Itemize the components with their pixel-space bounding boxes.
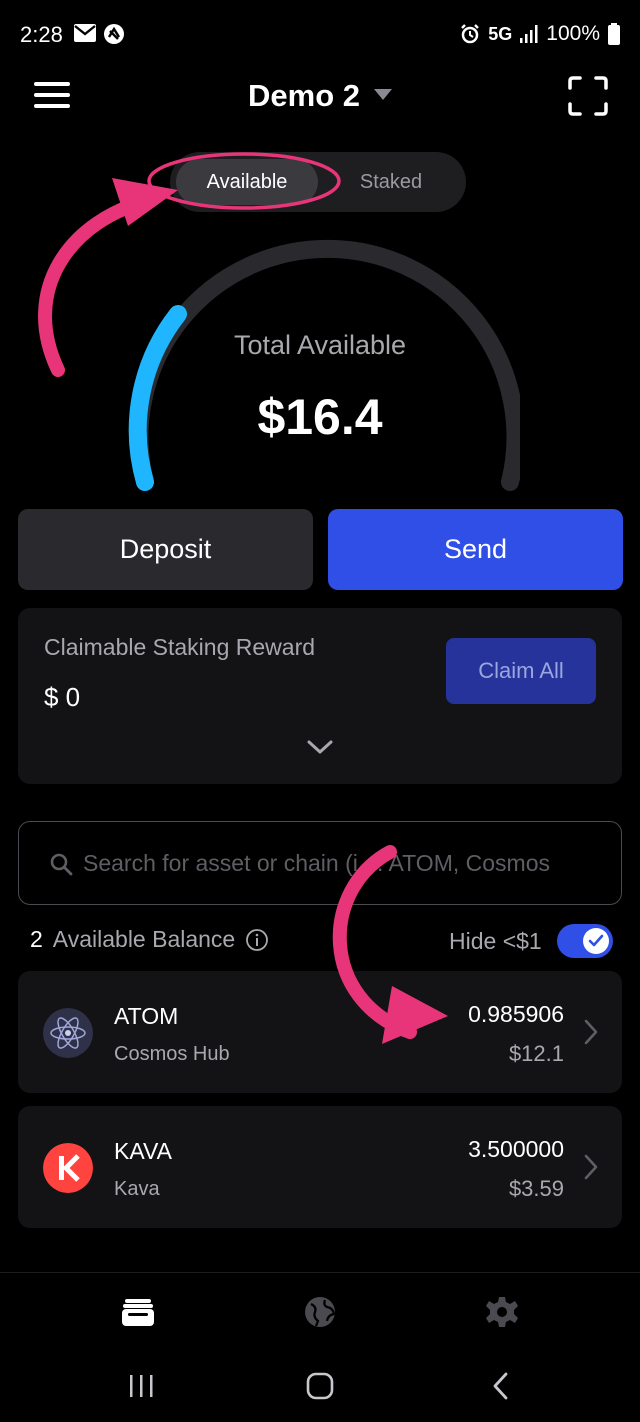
system-nav-bar: [0, 1348, 640, 1422]
chevron-down-icon[interactable]: [306, 738, 334, 756]
balance-type-toggle: Available Staked: [170, 152, 466, 212]
asset-value: $12.1: [508, 1041, 564, 1066]
asset-symbol: ATOM: [114, 1003, 179, 1029]
tab-staked[interactable]: Staked: [320, 159, 462, 205]
total-available-value: $16.4: [257, 389, 383, 445]
gauge-track: [130, 239, 520, 491]
scan-icon[interactable]: [568, 76, 608, 116]
home-icon[interactable]: [305, 1372, 335, 1400]
asset-amount: 0.985906: [468, 1001, 564, 1027]
deposit-button[interactable]: Deposit: [18, 509, 313, 590]
globe-icon[interactable]: [303, 1295, 337, 1329]
alarm-icon: [461, 24, 480, 44]
mail-icon: [74, 24, 96, 42]
hide-small-label: Hide <$1: [449, 928, 542, 954]
status-bar: 2:28 5G 100%: [0, 0, 640, 70]
wallet-icon[interactable]: [121, 1295, 155, 1329]
asset-value: $3.59: [508, 1176, 564, 1201]
balance-gauge: [128, 239, 520, 491]
asset-chain: Kava: [114, 1178, 160, 1200]
settings-icon[interactable]: [485, 1295, 519, 1329]
status-right: 5G 100%: [460, 22, 620, 46]
bottom-nav: [0, 1272, 640, 1348]
search-icon: [50, 853, 73, 876]
asset-symbol: KAVA: [114, 1138, 172, 1164]
balance-count: 2: [30, 926, 43, 952]
network-type: 5G: [488, 23, 513, 44]
asset-row[interactable]: KAVA Kava 3.500000 $3.59: [18, 1106, 622, 1228]
hide-small-toggle[interactable]: [557, 924, 613, 958]
reward-value: $ 0: [44, 682, 81, 712]
gauge-title: Total Available: [233, 330, 407, 360]
staking-reward-card: Claimable Staking Reward $ 0 Claim All: [18, 608, 622, 784]
battery-percent: 100%: [546, 22, 600, 45]
balance-label: Available Balance: [52, 926, 236, 952]
chevron-right-icon: [584, 1019, 598, 1045]
wallet-name: Demo 2: [248, 78, 360, 113]
asset-chain: Cosmos Hub: [114, 1043, 230, 1065]
toggle-knob: [583, 928, 609, 954]
cosmos-logo-icon: [43, 1008, 93, 1058]
tab-available[interactable]: Available: [176, 159, 318, 205]
caret-down-icon: [373, 89, 392, 101]
claim-all-button[interactable]: Claim All: [446, 638, 596, 704]
kava-logo-icon: [43, 1143, 93, 1193]
battery-icon: [608, 23, 620, 45]
header: Demo 2: [0, 70, 640, 126]
sync-icon: [104, 24, 124, 44]
status-time: 2:28: [20, 22, 63, 47]
annotation-arrowhead-top: [112, 178, 178, 226]
asset-row[interactable]: ATOM Cosmos Hub 0.985906 $12.1: [18, 971, 622, 1093]
search-box: [18, 821, 622, 905]
asset-amount: 3.500000: [468, 1136, 564, 1162]
search-input[interactable]: [83, 822, 603, 904]
signal-icon: [520, 25, 538, 43]
chevron-right-icon: [584, 1154, 598, 1180]
balance-header: 2 Available Balance: [30, 926, 269, 953]
wallet-selector[interactable]: Demo 2: [0, 78, 640, 114]
send-button[interactable]: Send: [328, 509, 623, 590]
check-icon: [588, 934, 604, 947]
recents-icon[interactable]: [126, 1372, 156, 1400]
reward-label: Claimable Staking Reward: [44, 634, 316, 660]
back-icon[interactable]: [486, 1372, 516, 1400]
info-icon[interactable]: [245, 928, 269, 952]
status-notification-icons: [74, 24, 124, 44]
